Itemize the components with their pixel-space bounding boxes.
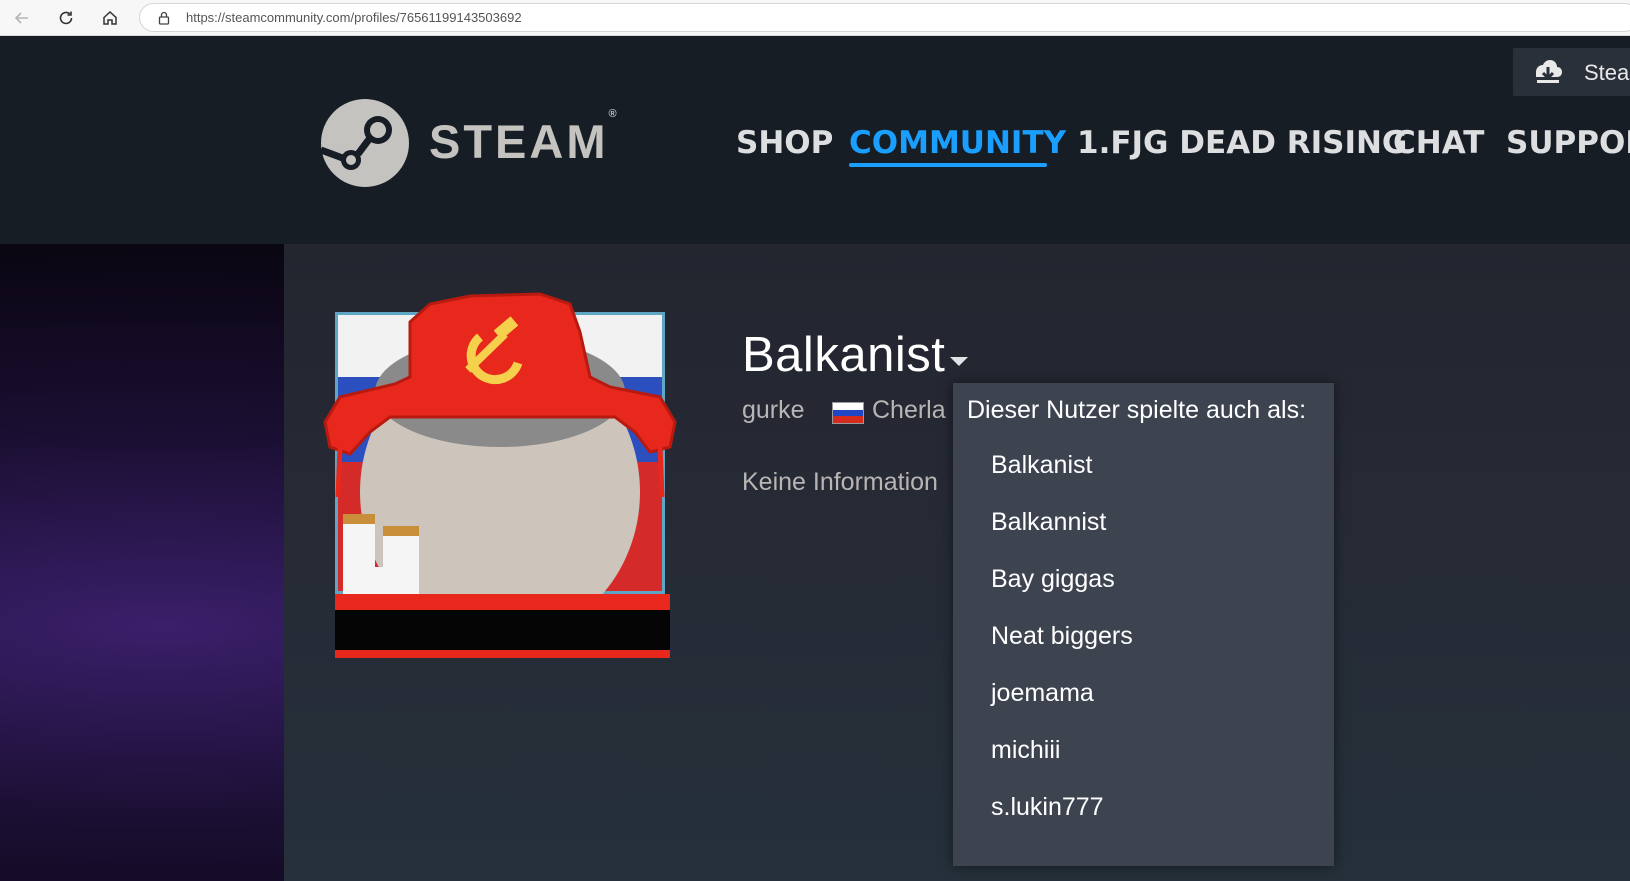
nav-community[interactable]: COMMUNITY <box>849 125 1066 161</box>
profile-summary: Keine Information <box>742 468 938 496</box>
install-steam-button[interactable]: Stea <box>1513 48 1630 96</box>
back-icon[interactable] <box>8 4 36 32</box>
profile-location: Cherla <box>872 396 946 424</box>
alias-item: Neat biggers <box>991 622 1133 650</box>
alias-popup-title: Dieser Nutzer spielte auch als: <box>967 396 1307 424</box>
nav-shop[interactable]: SHOP <box>736 125 833 161</box>
address-bar[interactable]: https://steamcommunity.com/profiles/7656… <box>139 3 1630 32</box>
reload-icon[interactable] <box>52 4 80 32</box>
nav-support[interactable]: SUPPOR <box>1506 125 1630 161</box>
steam-logo-icon[interactable] <box>320 98 410 188</box>
alias-list: Balkanist Balkannist Bay giggas Neat big… <box>991 451 1133 850</box>
alias-item: Bay giggas <box>991 565 1115 593</box>
alias-item: michiii <box>991 736 1061 764</box>
name-history-popup: Dieser Nutzer spielte auch als: Balkanis… <box>953 383 1334 866</box>
profile-avatar[interactable] <box>310 282 690 686</box>
real-name: gurke <box>742 396 805 424</box>
nav-active-underline <box>849 163 1047 167</box>
country-flag-icon <box>832 402 864 424</box>
steam-wordmark[interactable]: STEAM® <box>429 108 617 169</box>
nav-profile-name[interactable]: 1.FJG DEAD RISING <box>1077 125 1407 161</box>
name-history-caret-icon[interactable] <box>950 357 968 366</box>
home-icon[interactable] <box>96 4 124 32</box>
nav-chat[interactable]: CHAT <box>1393 125 1484 161</box>
alias-item: s.lukin777 <box>991 793 1104 821</box>
steam-wordmark-text: STEAM <box>429 115 609 168</box>
alias-item: Balkanist <box>991 451 1093 479</box>
alias-item: Balkannist <box>991 508 1107 536</box>
registered-mark: ® <box>608 108 617 121</box>
alias-item: joemama <box>991 679 1094 707</box>
browser-toolbar: https://steamcommunity.com/profiles/7656… <box>0 0 1630 36</box>
install-steam-label: Stea <box>1584 60 1630 85</box>
url-text[interactable]: https://steamcommunity.com/profiles/7656… <box>186 10 522 25</box>
persona-name: Balkanist <box>742 328 946 382</box>
lock-icon[interactable] <box>156 10 172 26</box>
download-icon <box>1536 60 1562 83</box>
